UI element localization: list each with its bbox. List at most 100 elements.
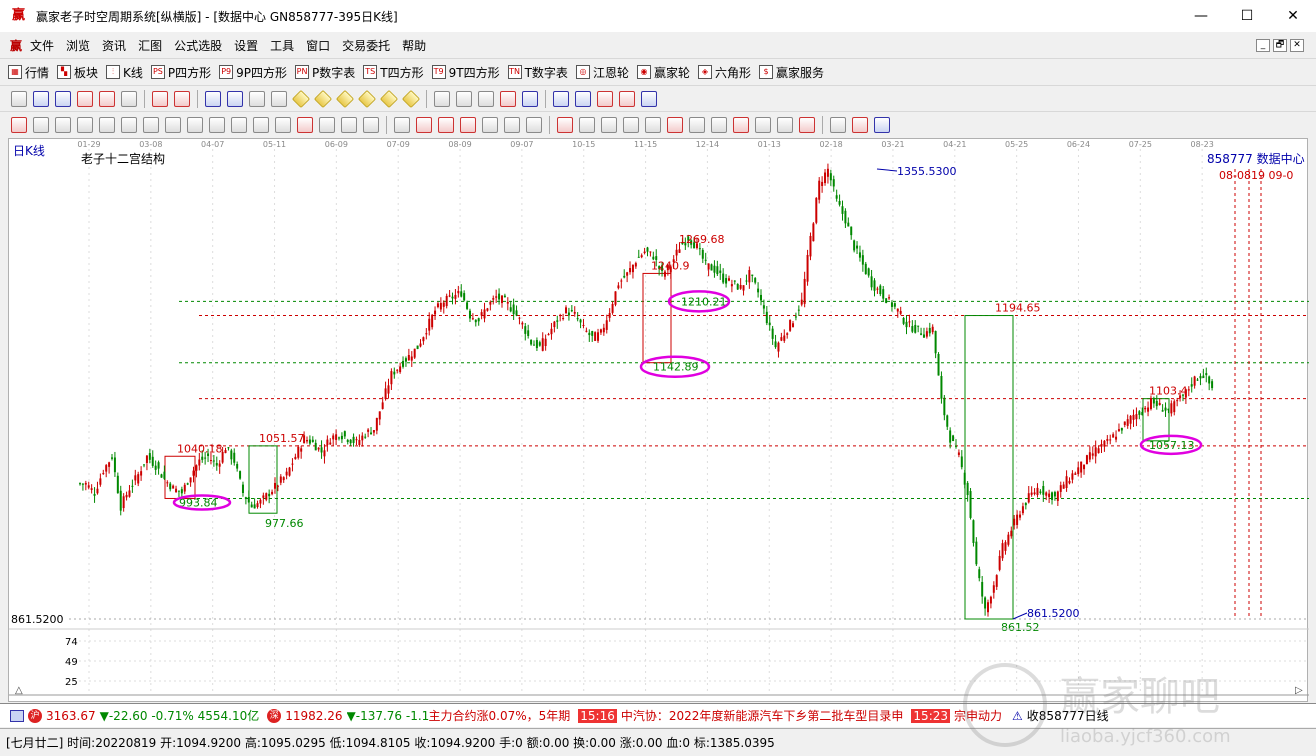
menu-info[interactable]: 资讯 [96,37,132,54]
toolbar-t9-button[interactable]: T9 9T四方形 [431,64,500,81]
tb2-tool-31-icon[interactable] [641,90,657,107]
tb2-tool-24-icon[interactable] [500,90,516,107]
news-ticker-3[interactable]: 宗申动力 [954,707,1002,724]
tb3-tool-32-icon[interactable] [689,116,705,133]
menu-tools[interactable]: 工具 [264,37,300,54]
tb3-tool-0-icon[interactable] [11,116,27,133]
tb3-tool-22-icon[interactable] [482,116,498,133]
menu-browse[interactable]: 浏览 [60,37,96,54]
menu-formula[interactable]: 公式选股 [168,37,228,54]
tb2-tool-12-icon[interactable] [249,90,265,107]
tb3-tool-36-icon[interactable] [777,116,793,133]
toolbar-kline-button[interactable]: ⫶ K线 [106,64,143,81]
menu-chart[interactable]: 汇图 [132,37,168,54]
tb2-tool-30-icon[interactable] [619,90,635,107]
tb2-tool-19-icon[interactable] [401,89,421,108]
tb3-tool-35-icon[interactable] [755,116,771,133]
tb3-tool-34-icon[interactable] [733,116,749,133]
toolbar-tn-button[interactable]: TN T数字表 [507,64,568,81]
tb3-tool-12-icon[interactable] [275,116,291,133]
tb2-tool-27-icon[interactable] [553,90,569,107]
tb3-tool-1-icon[interactable] [33,116,49,133]
tb3-tool-29-icon[interactable] [623,116,639,133]
news-ticker-1[interactable]: 主力合约涨0.07%，5年期 [429,707,571,724]
tb2-tool-25-icon[interactable] [522,90,538,107]
kline-chart[interactable]: 日K线 老子十二宫结构 858777 数据中心 08-0819 09-0 01-… [9,139,1309,703]
toolbar-grid-button[interactable]: ▦ 行情 [8,64,49,81]
tb3-tool-16-icon[interactable] [363,116,379,133]
tb3-tool-15-icon[interactable] [341,116,357,133]
close-button[interactable]: ✕ [1270,0,1316,32]
tb3-tool-27-icon[interactable] [579,116,595,133]
toolbar-dollar-button[interactable]: $ 赢家服务 [758,64,824,81]
tb2-tool-23-icon[interactable] [478,90,494,107]
tb2-tool-18-icon[interactable] [379,89,399,108]
news-ticker-2[interactable]: 中汽协：2022年度新能源汽车下乡第二批车型目录申 [621,707,904,724]
chart-area[interactable]: 日K线 老子十二宫结构 858777 数据中心 08-0819 09-0 01-… [8,138,1309,703]
mdi-restore-button[interactable]: 🗗 [1273,39,1287,52]
tb3-tool-18-icon[interactable] [394,116,410,133]
maximize-button[interactable]: ☐ [1224,0,1270,32]
tb3-tool-10-icon[interactable] [231,116,247,133]
tb2-tool-17-icon[interactable] [357,89,377,108]
tb3-tool-37-icon[interactable] [799,116,815,133]
tb3-tool-26-icon[interactable] [557,116,573,133]
tb3-tool-41-icon[interactable] [874,116,890,133]
tb3-tool-8-icon[interactable] [187,116,203,133]
tb3-tool-24-icon[interactable] [526,116,542,133]
tb2-tool-29-icon[interactable] [597,90,613,107]
mdi-minimize-button[interactable]: _ [1256,39,1270,52]
tb2-tool-1-icon[interactable] [33,90,49,107]
tb2-tool-13-icon[interactable] [271,90,287,107]
tb3-tool-23-icon[interactable] [504,116,520,133]
menu-help[interactable]: 帮助 [396,37,432,54]
tb3-tool-30-icon[interactable] [645,116,661,133]
tb3-tool-39-icon[interactable] [830,116,846,133]
tb2-tool-3-icon[interactable] [77,90,93,107]
tb2-tool-0-icon[interactable] [11,90,27,107]
toolbar-blocks-button[interactable]: ▚ 板块 [57,64,98,81]
tb3-tool-4-icon[interactable] [99,116,115,133]
toolbar-ts-button[interactable]: TS T四方形 [363,64,424,81]
tb3-tool-7-icon[interactable] [165,116,181,133]
tb3-tool-3-icon[interactable] [77,116,93,133]
scroll-up-arrow-icon[interactable]: △ [15,685,23,696]
tb2-tool-22-icon[interactable] [456,90,472,107]
tb2-tool-14-icon[interactable] [291,89,311,108]
tb3-tool-2-icon[interactable] [55,116,71,133]
tb3-tool-31-icon[interactable] [667,116,683,133]
tb3-tool-21-icon[interactable] [460,116,476,133]
tb3-tool-5-icon[interactable] [121,116,137,133]
scroll-right-arrow-icon[interactable]: ▷ [1295,685,1303,696]
tb3-tool-33-icon[interactable] [711,116,727,133]
toolbar-winwheel-button[interactable]: ◉ 赢家轮 [636,64,690,81]
tb3-tool-19-icon[interactable] [416,116,432,133]
tb2-tool-2-icon[interactable] [55,90,71,107]
menu-window[interactable]: 窗口 [300,37,336,54]
tb3-tool-20-icon[interactable] [438,116,454,133]
tb3-tool-40-icon[interactable] [852,116,868,133]
menu-trade[interactable]: 交易委托 [336,37,396,54]
tb2-tool-8-icon[interactable] [174,90,190,107]
tb3-tool-28-icon[interactable] [601,116,617,133]
toolbar-wheel-button[interactable]: ◎ 江恩轮 [575,64,629,81]
mdi-close-button[interactable]: ✕ [1290,39,1304,52]
tb3-tool-6-icon[interactable] [143,116,159,133]
tb3-tool-9-icon[interactable] [209,116,225,133]
tb3-tool-13-icon[interactable] [297,116,313,133]
tb2-tool-21-icon[interactable] [434,90,450,107]
table-icon[interactable] [10,709,24,722]
tb3-tool-11-icon[interactable] [253,116,269,133]
toolbar-ps-button[interactable]: PS P四方形 [150,64,211,81]
tb2-tool-28-icon[interactable] [575,90,591,107]
tb2-tool-10-icon[interactable] [205,90,221,107]
tb2-tool-5-icon[interactable] [121,90,137,107]
toolbar-p9-button[interactable]: P9 9P四方形 [219,64,287,81]
menu-settings[interactable]: 设置 [228,37,264,54]
tb2-tool-16-icon[interactable] [335,89,355,108]
tb2-tool-7-icon[interactable] [152,90,168,107]
tb2-tool-11-icon[interactable] [227,90,243,107]
minimize-button[interactable]: — [1178,0,1224,32]
tb2-tool-4-icon[interactable] [99,90,115,107]
toolbar-pn-button[interactable]: PN P数字表 [295,64,355,81]
